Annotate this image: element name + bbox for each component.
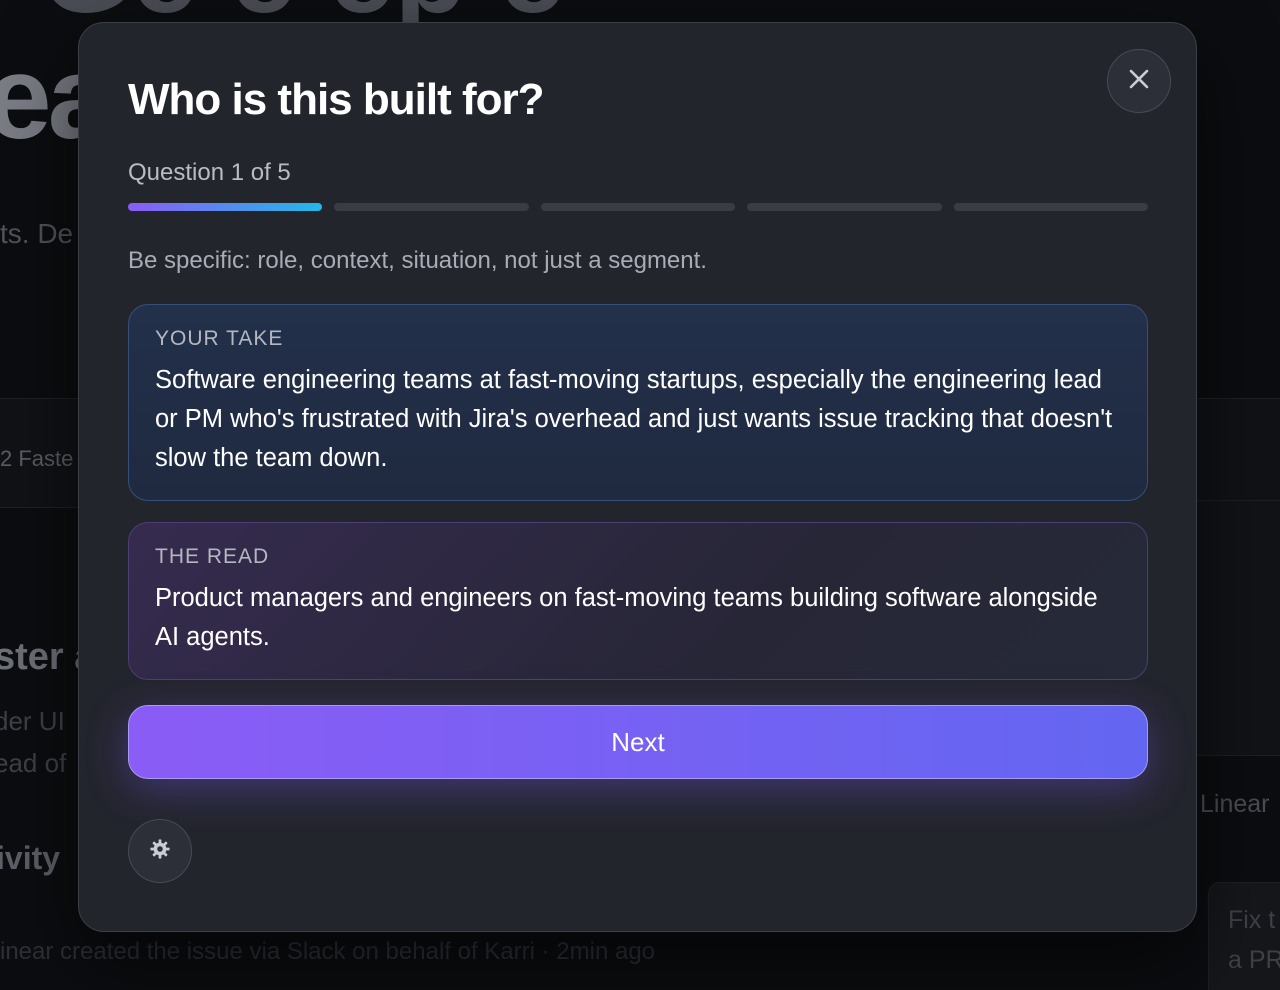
background-fix-text-2: a PR [1228,946,1280,974]
background-activity-item: inear created the issue via Slack on beh… [0,938,656,965]
progress-step [747,203,942,211]
next-button[interactable]: Next [128,705,1148,779]
the-read-text: Product managers and engineers on fast-m… [155,584,1098,651]
settings-button[interactable] [128,819,192,883]
background-paragraph-1: der UI [0,706,65,736]
your-take-text: Software engineering teams at fast-movin… [155,366,1113,472]
progress-label: Question 1 of 5 [128,159,291,186]
close-button[interactable] [1107,49,1171,113]
background-fix-text-1: Fix t [1228,906,1276,934]
progress-step [540,203,736,211]
gear-icon [149,838,171,865]
modal-title: Who is this built for? [128,75,544,124]
progress-step [128,203,323,211]
the-read-label: THE READ [155,545,270,568]
question-modal: Who is this built for? Question 1 of 5 B… [78,22,1197,932]
close-icon [1128,68,1150,95]
question-hint: Be specific: role, context, situation, n… [128,247,707,274]
progress-step [953,203,1149,211]
progress-steps [128,203,1149,212]
the-read-card: THE READ Product managers and engineers … [128,522,1148,680]
background-activity-heading: ivity [0,840,61,876]
background-tab: 2 Faste [0,446,74,471]
background-linear-label: Linear [1200,790,1270,818]
background-paragraph-2: ead of [0,748,67,778]
your-take-card[interactable]: YOUR TAKE Software engineering teams at … [128,304,1148,501]
progress-step [334,203,529,211]
background-subtitle: ts. De [0,218,74,249]
your-take-label: YOUR TAKE [155,327,284,350]
